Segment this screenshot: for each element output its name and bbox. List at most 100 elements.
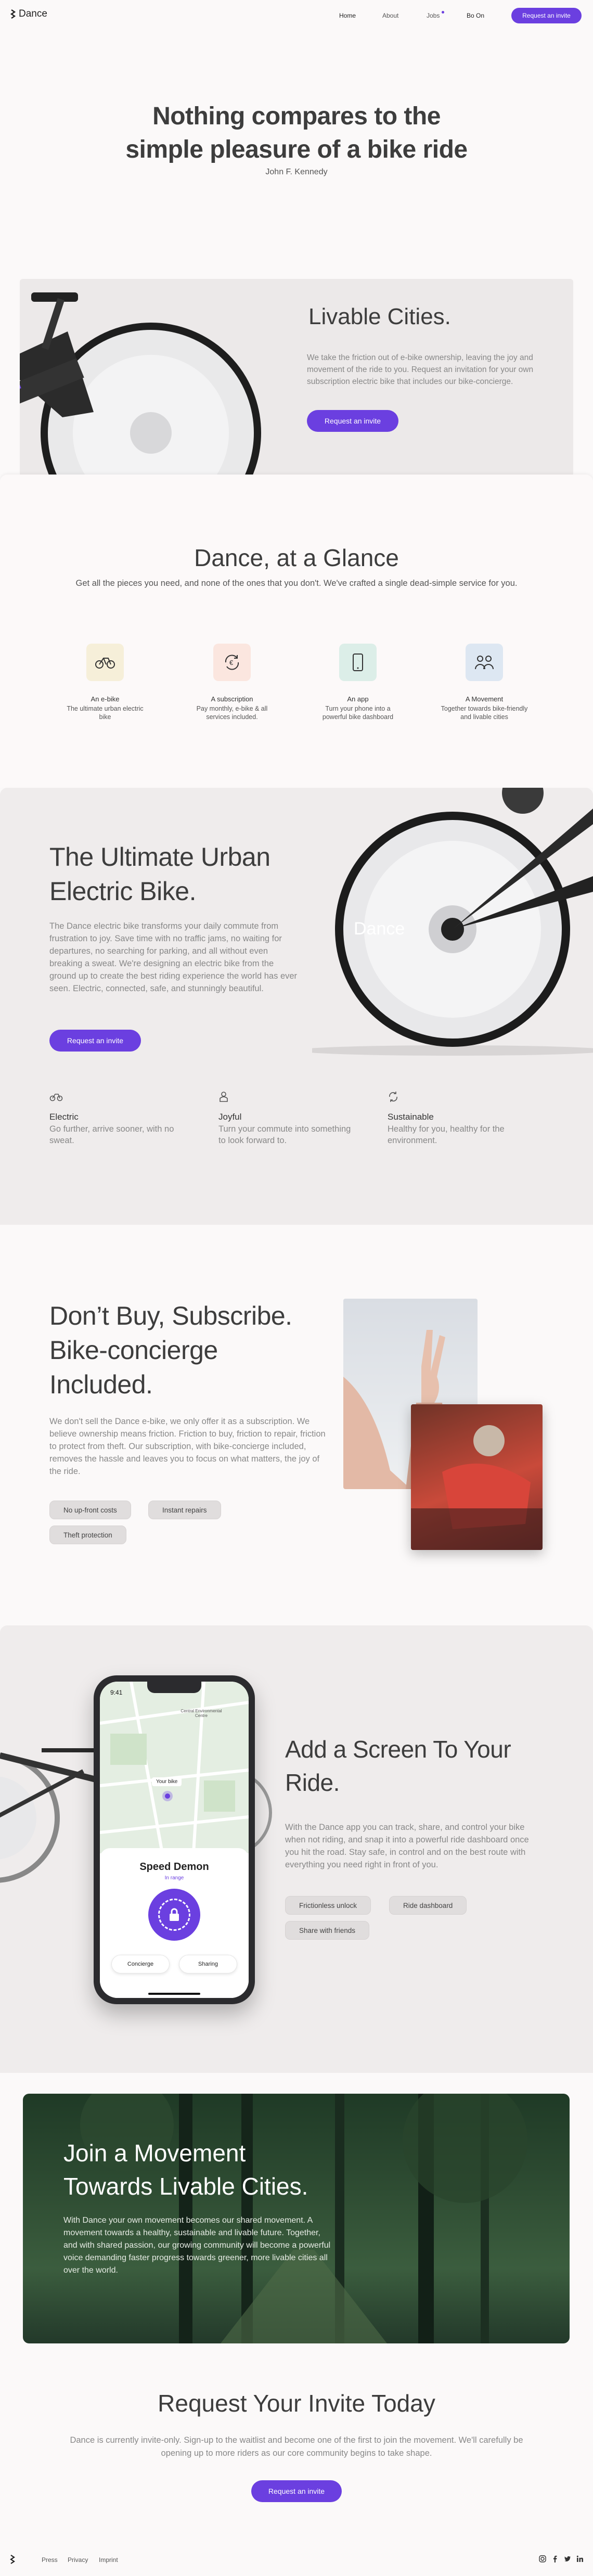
twitter-icon[interactable] (564, 2555, 571, 2562)
glance-item-title: An app (347, 695, 369, 703)
chip-share-with-friends: Share with friends (285, 1921, 370, 1940)
glance-item-ebike-icon-box (86, 644, 124, 681)
people-icon (475, 656, 494, 670)
subscribe-title: Don’t Buy, Subscribe. Bike-concierge Inc… (49, 1299, 292, 1402)
feature-title: Electric (49, 1112, 79, 1122)
phone-bike-marker-label: Your bike (152, 1777, 182, 1786)
recycle-icon (388, 1091, 399, 1105)
logo[interactable]: Dance (9, 8, 47, 20)
person-icon (218, 1091, 229, 1105)
svg-text:€: € (229, 659, 234, 667)
phone-bike-status: In range (164, 1875, 184, 1881)
app-title-line-2: Ride. (285, 1769, 340, 1796)
svg-text:Dance: Dance (354, 919, 405, 939)
subscribe-title-line-1: Don’t Buy, Subscribe. (49, 1301, 292, 1330)
subscribe-title-line-3: Included. (49, 1370, 153, 1399)
phone-time: 9:41 (110, 1689, 123, 1696)
glance-item-subscription-icon-box: € (213, 644, 251, 681)
lock-icon (170, 1908, 179, 1921)
subscribe-text: We don't sell the Dance e-bike, we only … (49, 1417, 326, 1476)
phone-icon (353, 653, 363, 671)
glance-item-movement-icon-box (466, 644, 503, 681)
invite-request-button[interactable]: Request an invite (251, 2480, 342, 2502)
movement-text: With Dance your own movement becomes our… (63, 2216, 331, 2275)
bike-small-icon (49, 1092, 63, 1104)
feature-text: Go further, arrive sooner, with no sweat… (49, 1124, 174, 1145)
bike-rear-wheel-image: Dance (312, 788, 593, 1056)
urban-bike-section: The Ultimate Urban Electric Bike. The Da… (0, 788, 593, 1225)
phone-bottom-sheet: Speed Demon In range Concierge Sharing (100, 1848, 249, 1998)
logo-text: Dance (19, 8, 47, 19)
movement-title-line-2: Towards Livable Cities. (63, 2173, 308, 2200)
nav-link-bo-on[interactable]: Bo On (467, 12, 484, 19)
glance-subtitle: Get all the pieces you need, and none of… (75, 579, 518, 588)
app-text: With the Dance app you can track, share,… (285, 1823, 529, 1869)
movement-title-line-1: Join a Movement (63, 2139, 246, 2167)
livable-cities-section: Livable Cities. We take the friction out… (20, 279, 573, 477)
movement-invite-section: Join a Movement Towards Livable Cities. … (0, 2073, 593, 2576)
phone-concierge-button[interactable]: Concierge (111, 1955, 170, 1973)
movement-title: Join a Movement Towards Livable Cities. (63, 2136, 308, 2203)
phone-home-indicator (148, 1993, 200, 1995)
urban-title-line-2: Electric Bike. (49, 877, 196, 906)
glance-item-title: A subscription (211, 695, 253, 703)
feature-title: Joyful (218, 1112, 242, 1122)
phone-map: 9:41 Central Environmental Centre Your b… (100, 1682, 249, 1854)
subscription-icon: € (225, 655, 239, 670)
phone-screen: 9:41 Central Environmental Centre Your b… (100, 1682, 249, 1998)
app-section: 9:41 Central Environmental Centre Your b… (0, 1625, 593, 2073)
glance-item-text: Pay monthly, e-bike & all services inclu… (196, 705, 268, 721)
chip-no-upfront-costs: No up-front costs (49, 1501, 131, 1519)
chip-ride-dashboard: Ride dashboard (389, 1896, 467, 1915)
app-title-line-1: Add a Screen To Your (285, 1736, 511, 1763)
footer-social-links (539, 2555, 584, 2562)
footer-link-press[interactable]: Press (42, 2556, 58, 2564)
cyclist-photo (411, 1404, 543, 1550)
phone-sharing-button[interactable]: Sharing (179, 1955, 237, 1973)
bike-wheel-image (20, 292, 261, 477)
footer-link-imprint[interactable]: Imprint (99, 2556, 118, 2564)
invite-text: Dance is currently invite-only. Sign-up … (70, 2436, 523, 2458)
glance-item-text: The ultimate urban electric bike (67, 705, 144, 721)
footer-logo-icon[interactable] (9, 2555, 16, 2567)
phone-bike-name: Speed Demon (139, 1861, 209, 1873)
glance-item-text: Turn your phone into a powerful bike das… (322, 705, 394, 721)
chip-theft-protection: Theft protection (49, 1526, 126, 1544)
feature-text: Turn your commute into something to look… (218, 1124, 351, 1145)
footer-link-privacy[interactable]: Privacy (68, 2556, 88, 2564)
urban-text: The Dance electric bike transforms your … (49, 921, 298, 993)
glance-section: Dance, at a Glance Get all the pieces yo… (0, 475, 593, 788)
instagram-icon[interactable] (539, 2555, 546, 2562)
subscribe-section: Don’t Buy, Subscribe. Bike-concierge Inc… (0, 1225, 593, 1625)
urban-request-invite-button[interactable]: Request an invite (49, 1030, 141, 1052)
phone-map-place: Central Environmental Centre (181, 1709, 222, 1718)
hero-title-line-2: simple pleasure of a bike ride (125, 136, 468, 163)
facebook-icon[interactable] (551, 2555, 559, 2562)
chip-frictionless-unlock: Frictionless unlock (285, 1896, 371, 1915)
livable-text: We take the friction out of e-bike owner… (307, 353, 534, 386)
glance-title: Dance, at a Glance (194, 544, 399, 571)
livable-request-invite-button[interactable]: Request an invite (307, 410, 398, 432)
phone-notch (147, 1682, 201, 1693)
glance-item-title: A Movement (465, 695, 504, 703)
nav-link-about[interactable]: About (382, 12, 398, 19)
linkedin-icon[interactable] (576, 2555, 584, 2562)
nav-link-jobs[interactable]: Jobs (427, 12, 440, 19)
phone-mockup: 9:41 Central Environmental Centre Your b… (94, 1675, 255, 2004)
phone-unlock-button[interactable] (148, 1889, 200, 1941)
urban-title-line-1: The Ultimate Urban (49, 842, 270, 872)
nav-link-home[interactable]: Home (339, 12, 356, 19)
jobs-badge-dot (442, 11, 444, 14)
feature-title: Sustainable (388, 1112, 434, 1122)
glance-item-title: An e-bike (91, 695, 120, 703)
top-navigation: Dance Home About Jobs Bo On Request an i… (0, 0, 593, 32)
chip-instant-repairs: Instant repairs (148, 1501, 221, 1519)
dance-logo-icon (10, 9, 16, 19)
nav-request-invite-button[interactable]: Request an invite (511, 8, 582, 23)
urban-title: The Ultimate Urban Electric Bike. (49, 840, 270, 908)
invite-title: Request Your Invite Today (158, 2390, 435, 2417)
feature-text: Healthy for you, healthy for the environ… (388, 1124, 505, 1145)
glance-item-text: Together towards bike-friendly and livab… (441, 705, 528, 721)
hero-title-line-1: Nothing compares to the (152, 102, 441, 130)
forest-banner: Join a Movement Towards Livable Cities. … (23, 2094, 570, 2343)
